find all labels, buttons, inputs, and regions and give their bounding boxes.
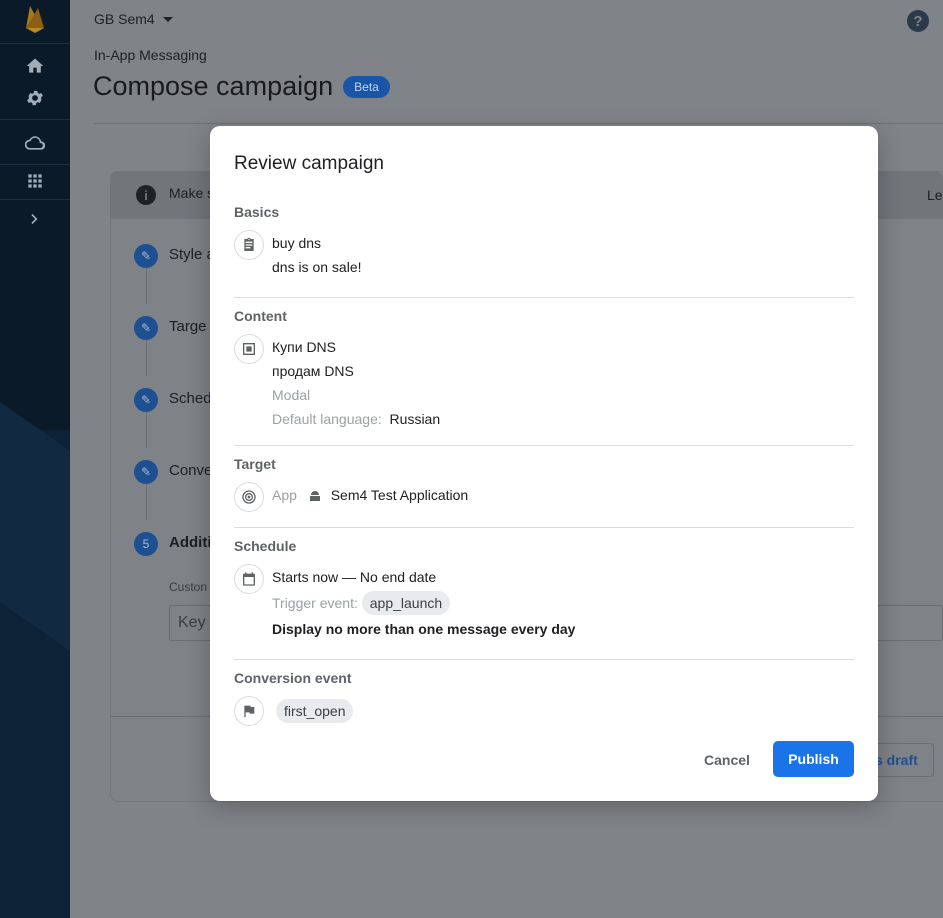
section-divider bbox=[234, 527, 854, 528]
calendar-icon bbox=[234, 564, 264, 594]
section-heading-conversion: Conversion event bbox=[234, 670, 352, 686]
step-connector bbox=[146, 268, 147, 304]
section-heading-target: Target bbox=[234, 456, 276, 472]
custom-data-label: Custon bbox=[169, 580, 208, 594]
step-label[interactable]: Targe bbox=[169, 318, 207, 335]
step-label[interactable]: Sched bbox=[169, 390, 212, 407]
content-layout: Modal bbox=[272, 387, 311, 403]
content-title: Купи DNS bbox=[272, 339, 337, 355]
step-label[interactable]: Style a bbox=[169, 246, 215, 263]
expand-chevron-icon[interactable] bbox=[22, 206, 48, 232]
step-edit-pencil-icon[interactable]: ✎ bbox=[134, 460, 158, 484]
section-divider bbox=[234, 297, 854, 298]
page-title: Compose campaign Beta bbox=[93, 71, 390, 102]
schedule-range: Starts now — No end date bbox=[272, 569, 437, 585]
home-icon[interactable] bbox=[22, 53, 48, 79]
message-body: dns is on sale! bbox=[272, 259, 362, 275]
help-icon[interactable]: ? bbox=[907, 10, 929, 32]
section-heading-basics: Basics bbox=[234, 204, 280, 220]
section-divider bbox=[234, 659, 854, 660]
beta-badge: Beta bbox=[343, 75, 390, 98]
sidebar-divider bbox=[0, 119, 70, 120]
default-language-value: Russian bbox=[389, 411, 441, 427]
trigger-event-label: Trigger event: bbox=[272, 595, 358, 611]
project-selector[interactable]: GB Sem4 bbox=[94, 11, 173, 27]
step-number-badge: 5 bbox=[134, 532, 158, 556]
section-heading-content: Content bbox=[234, 308, 287, 324]
firebase-logo-icon[interactable] bbox=[24, 4, 46, 34]
default-language-row: Default language: Russian bbox=[272, 411, 440, 427]
frequency-limit: Display no more than one message every d… bbox=[272, 621, 576, 637]
content-body: продам DNS bbox=[272, 363, 354, 379]
info-banner-text: Make s bbox=[169, 185, 215, 201]
message-title: buy dns bbox=[272, 235, 322, 251]
section-divider bbox=[234, 445, 854, 446]
info-banner-link[interactable]: Le bbox=[927, 187, 943, 203]
target-icon bbox=[234, 482, 264, 512]
conversion-event-chip: first_open bbox=[276, 699, 354, 723]
android-app-icon bbox=[309, 488, 321, 504]
flag-icon bbox=[234, 696, 264, 726]
default-language-label: Default language: bbox=[272, 411, 382, 427]
settings-gear-icon[interactable] bbox=[22, 85, 48, 111]
target-app-name: Sem4 Test Application bbox=[330, 487, 469, 503]
step-connector bbox=[146, 412, 147, 448]
publish-button[interactable]: Publish bbox=[773, 741, 854, 777]
info-icon: i bbox=[136, 185, 156, 205]
clipboard-icon bbox=[234, 230, 264, 260]
trigger-event-row: Trigger event: app_launch bbox=[272, 591, 451, 615]
sidebar bbox=[0, 0, 70, 918]
dialog-title: Review campaign bbox=[234, 153, 384, 174]
sidebar-divider bbox=[0, 164, 70, 165]
target-app-row: App Sem4 Test Application bbox=[272, 487, 468, 504]
target-app-label: App bbox=[272, 487, 297, 503]
cancel-button[interactable]: Cancel bbox=[694, 743, 760, 777]
section-heading-schedule: Schedule bbox=[234, 538, 297, 554]
page-title-text: Compose campaign bbox=[93, 71, 334, 101]
step-label[interactable]: Conve bbox=[169, 462, 212, 479]
step-edit-pencil-icon[interactable]: ✎ bbox=[134, 388, 158, 412]
sidebar-divider bbox=[0, 43, 70, 44]
dropdown-caret-icon bbox=[162, 16, 173, 22]
project-name: GB Sem4 bbox=[94, 11, 155, 27]
step-label[interactable]: Additi bbox=[169, 534, 212, 551]
step-edit-pencil-icon[interactable]: ✎ bbox=[134, 244, 158, 268]
modal-layout-icon bbox=[234, 334, 264, 364]
step-connector bbox=[146, 340, 147, 376]
trigger-event-chip: app_launch bbox=[361, 591, 451, 615]
apps-grid-icon[interactable] bbox=[22, 168, 48, 194]
cloud-release-icon[interactable] bbox=[22, 130, 48, 156]
review-campaign-dialog: Review campaign Basics buy dns dns is on… bbox=[210, 126, 878, 801]
step-connector bbox=[146, 484, 147, 520]
step-edit-pencil-icon[interactable]: ✎ bbox=[134, 316, 158, 340]
breadcrumb[interactable]: In-App Messaging bbox=[94, 47, 207, 63]
sidebar-divider bbox=[0, 199, 70, 200]
header-divider bbox=[94, 123, 943, 124]
conversion-event-row: first_open bbox=[276, 699, 354, 723]
